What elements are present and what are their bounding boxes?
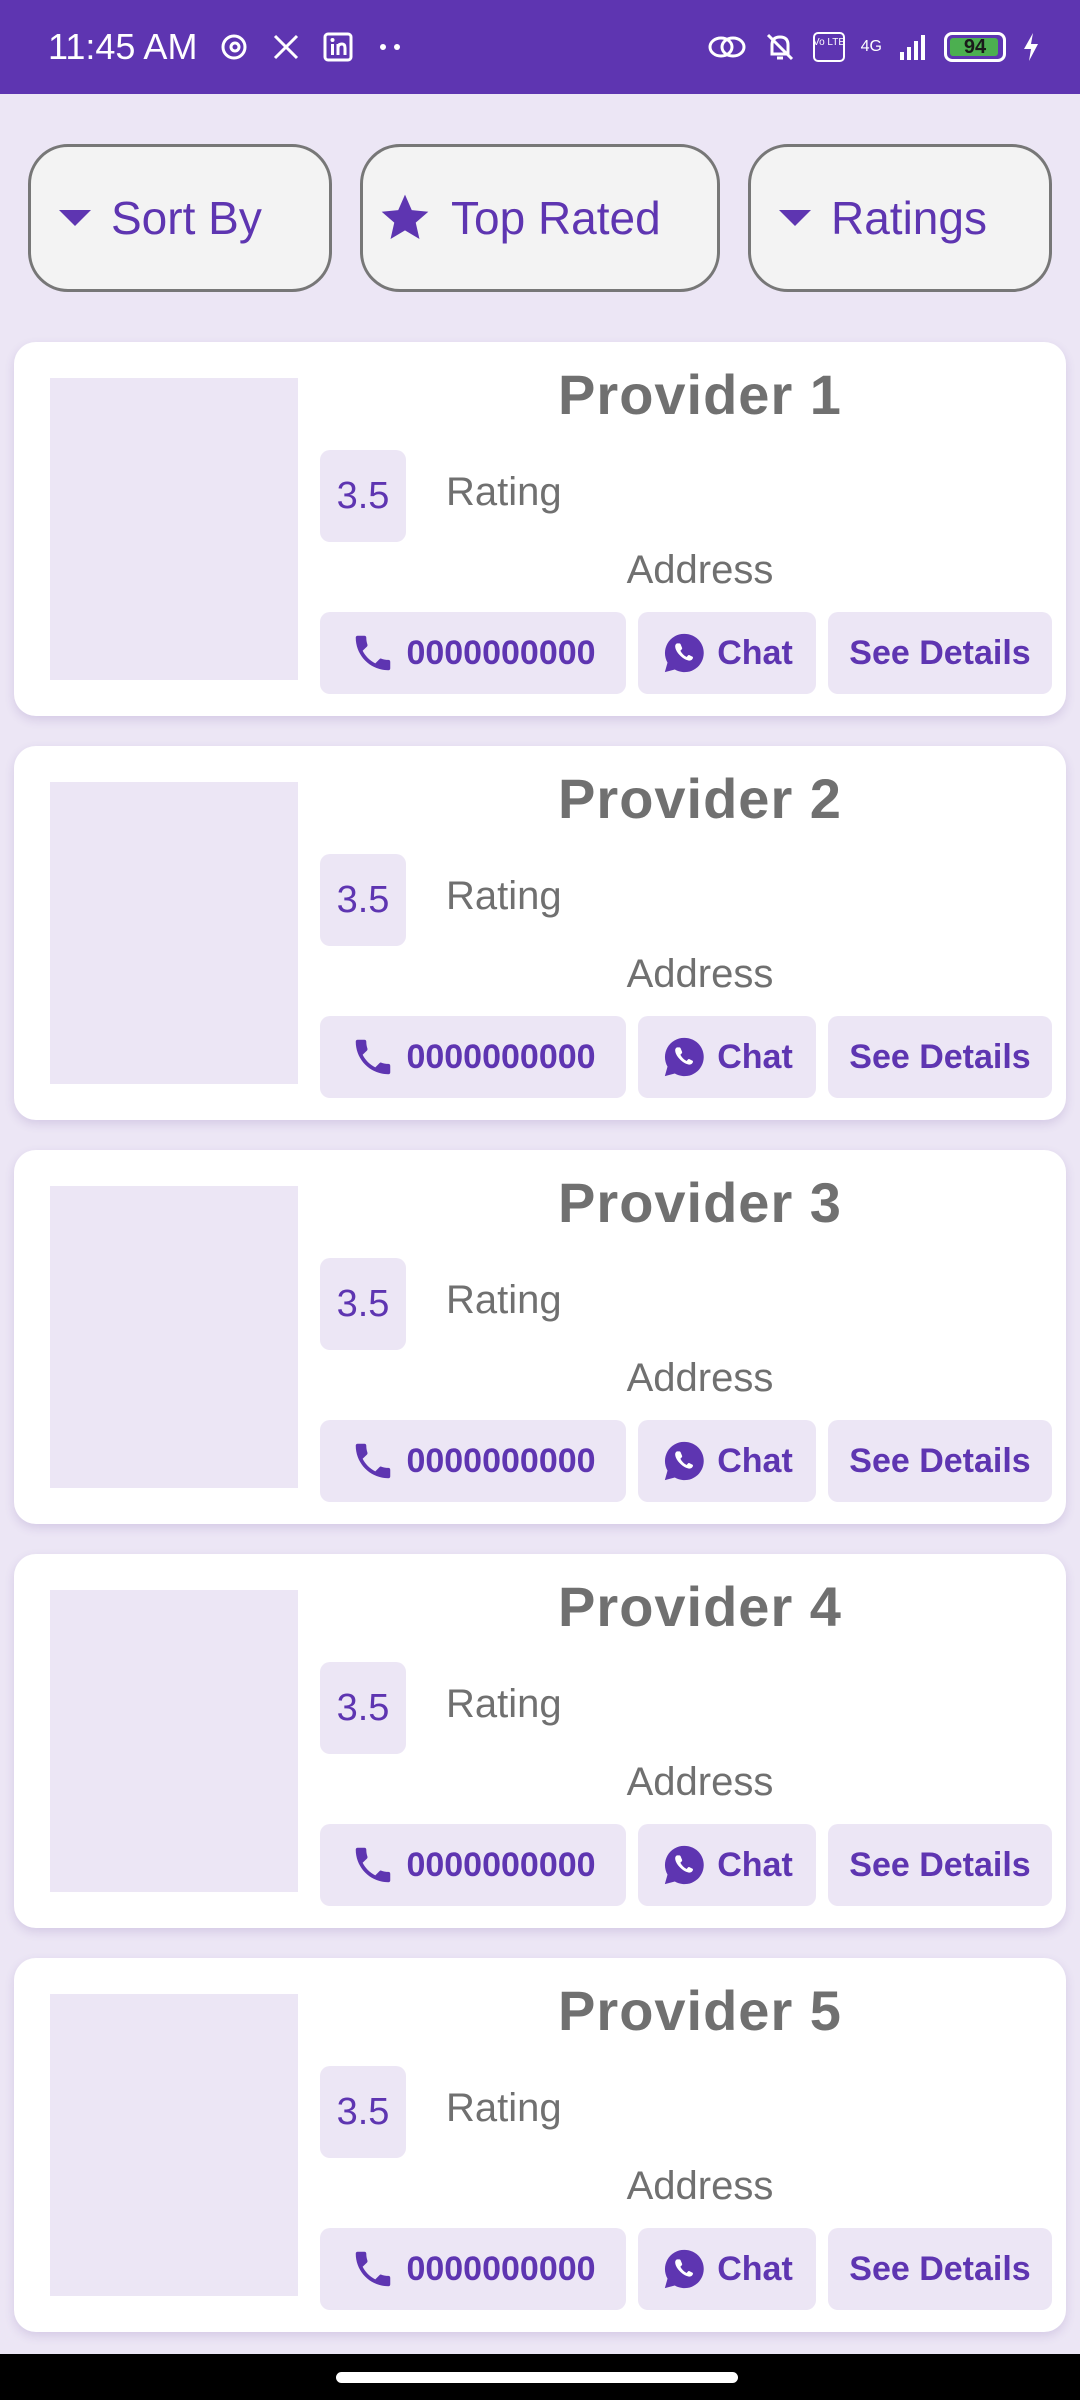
filter-row: Sort By Top Rated Ratings [28,144,1052,292]
see-details-label: See Details [849,633,1031,672]
rating-badge: 3.5 [320,1662,406,1754]
provider-image [50,1186,298,1488]
star-icon [377,190,433,246]
chat-button[interactable]: Chat [638,1420,816,1502]
phone-icon [350,2246,396,2292]
chat-label: Chat [717,633,793,672]
whatsapp-icon [661,1842,707,1888]
provider-card[interactable]: Provider 3 3.5 Rating Address 0000000000… [14,1150,1066,1524]
more-dots-icon [375,42,405,52]
chat-label: Chat [717,1441,793,1480]
provider-name: Provider 3 [558,1171,842,1234]
rating-label: Rating [446,1278,562,1322]
call-button[interactable]: 0000000000 [320,2228,626,2310]
ratings-label: Ratings [831,192,987,244]
provider-name: Provider 1 [558,363,842,426]
navigation-bar [0,2354,1080,2400]
rating-label: Rating [446,1682,562,1726]
chat-button[interactable]: Chat [638,1016,816,1098]
signal-icon [898,32,928,62]
see-details-button[interactable]: See Details [828,1016,1052,1098]
ratings-button[interactable]: Ratings [748,144,1052,292]
whatsapp-icon [661,2246,707,2292]
provider-name: Provider 4 [558,1575,842,1638]
rating-badge: 3.5 [320,450,406,542]
linkedin-icon [323,32,353,62]
rating-label: Rating [446,2086,562,2130]
provider-image [50,378,298,680]
provider-address: Address [626,952,774,996]
whatsapp-icon [661,1438,707,1484]
x-icon [271,32,301,62]
see-details-label: See Details [849,2249,1031,2288]
status-bar: 11:45 AM Vo LTE 4G 94 [0,0,1080,94]
phone-number: 0000000000 [406,1037,596,1076]
chat-label: Chat [717,1845,793,1884]
phone-icon [350,1842,396,1888]
whatsapp-icon [661,1034,707,1080]
sort-by-button[interactable]: Sort By [28,144,332,292]
chat-label: Chat [717,1037,793,1076]
chat-button[interactable]: Chat [638,1824,816,1906]
see-details-label: See Details [849,1441,1031,1480]
see-details-label: See Details [849,1845,1031,1884]
provider-card[interactable]: Provider 2 3.5 Rating Address 0000000000… [14,746,1066,1120]
see-details-button[interactable]: See Details [828,2228,1052,2310]
dropdown-arrow-icon [777,208,813,228]
volte-label: Vo LTE [813,37,845,48]
call-button[interactable]: 0000000000 [320,1420,626,1502]
provider-address: Address [626,1356,774,1400]
provider-image [50,1994,298,2296]
battery-level: 94 [963,35,987,58]
call-button[interactable]: 0000000000 [320,612,626,694]
rating-label: Rating [446,874,562,918]
see-details-button[interactable]: See Details [828,1824,1052,1906]
phone-number: 0000000000 [406,2249,596,2288]
phone-icon [350,1438,396,1484]
status-time: 11:45 AM [48,26,198,67]
see-details-button[interactable]: See Details [828,612,1052,694]
chat-button[interactable]: Chat [638,612,816,694]
rating-label: Rating [446,470,562,514]
see-details-button[interactable]: See Details [828,1420,1052,1502]
home-gesture-handle[interactable] [336,2372,738,2383]
provider-address: Address [626,548,774,592]
provider-card[interactable]: Provider 1 3.5 Rating Address 0000000000… [14,342,1066,716]
threads-icon [219,32,249,62]
phone-number: 0000000000 [406,1441,596,1480]
provider-address: Address [626,1760,774,1804]
sort-by-label: Sort By [111,192,262,244]
phone-icon [350,1034,396,1080]
provider-address: Address [626,2164,774,2208]
chat-label: Chat [717,2249,793,2288]
chat-button[interactable]: Chat [638,2228,816,2310]
call-button[interactable]: 0000000000 [320,1016,626,1098]
rating-badge: 3.5 [320,1258,406,1350]
phone-number: 0000000000 [406,633,596,672]
provider-name: Provider 5 [558,1979,842,2042]
charging-icon [1022,32,1040,62]
provider-image [50,782,298,1084]
provider-image [50,1590,298,1892]
see-details-label: See Details [849,1037,1031,1076]
network-type: 4G [860,38,882,55]
volte-icon: Vo LTE [812,32,845,62]
top-rated-label: Top Rated [451,192,661,244]
phone-icon [350,630,396,676]
provider-name: Provider 2 [558,767,842,830]
call-button[interactable]: 0000000000 [320,1824,626,1906]
top-rated-button[interactable]: Top Rated [360,144,720,292]
rating-badge: 3.5 [320,854,406,946]
rating-badge: 3.5 [320,2066,406,2158]
bell-off-icon [763,30,797,64]
dropdown-arrow-icon [57,208,93,228]
battery-icon: 94 [944,32,1006,62]
provider-card[interactable]: Provider 4 3.5 Rating Address 0000000000… [14,1554,1066,1928]
link-icon [707,32,747,62]
phone-number: 0000000000 [406,1845,596,1884]
provider-card[interactable]: Provider 5 3.5 Rating Address 0000000000… [14,1958,1066,2332]
whatsapp-icon [661,630,707,676]
